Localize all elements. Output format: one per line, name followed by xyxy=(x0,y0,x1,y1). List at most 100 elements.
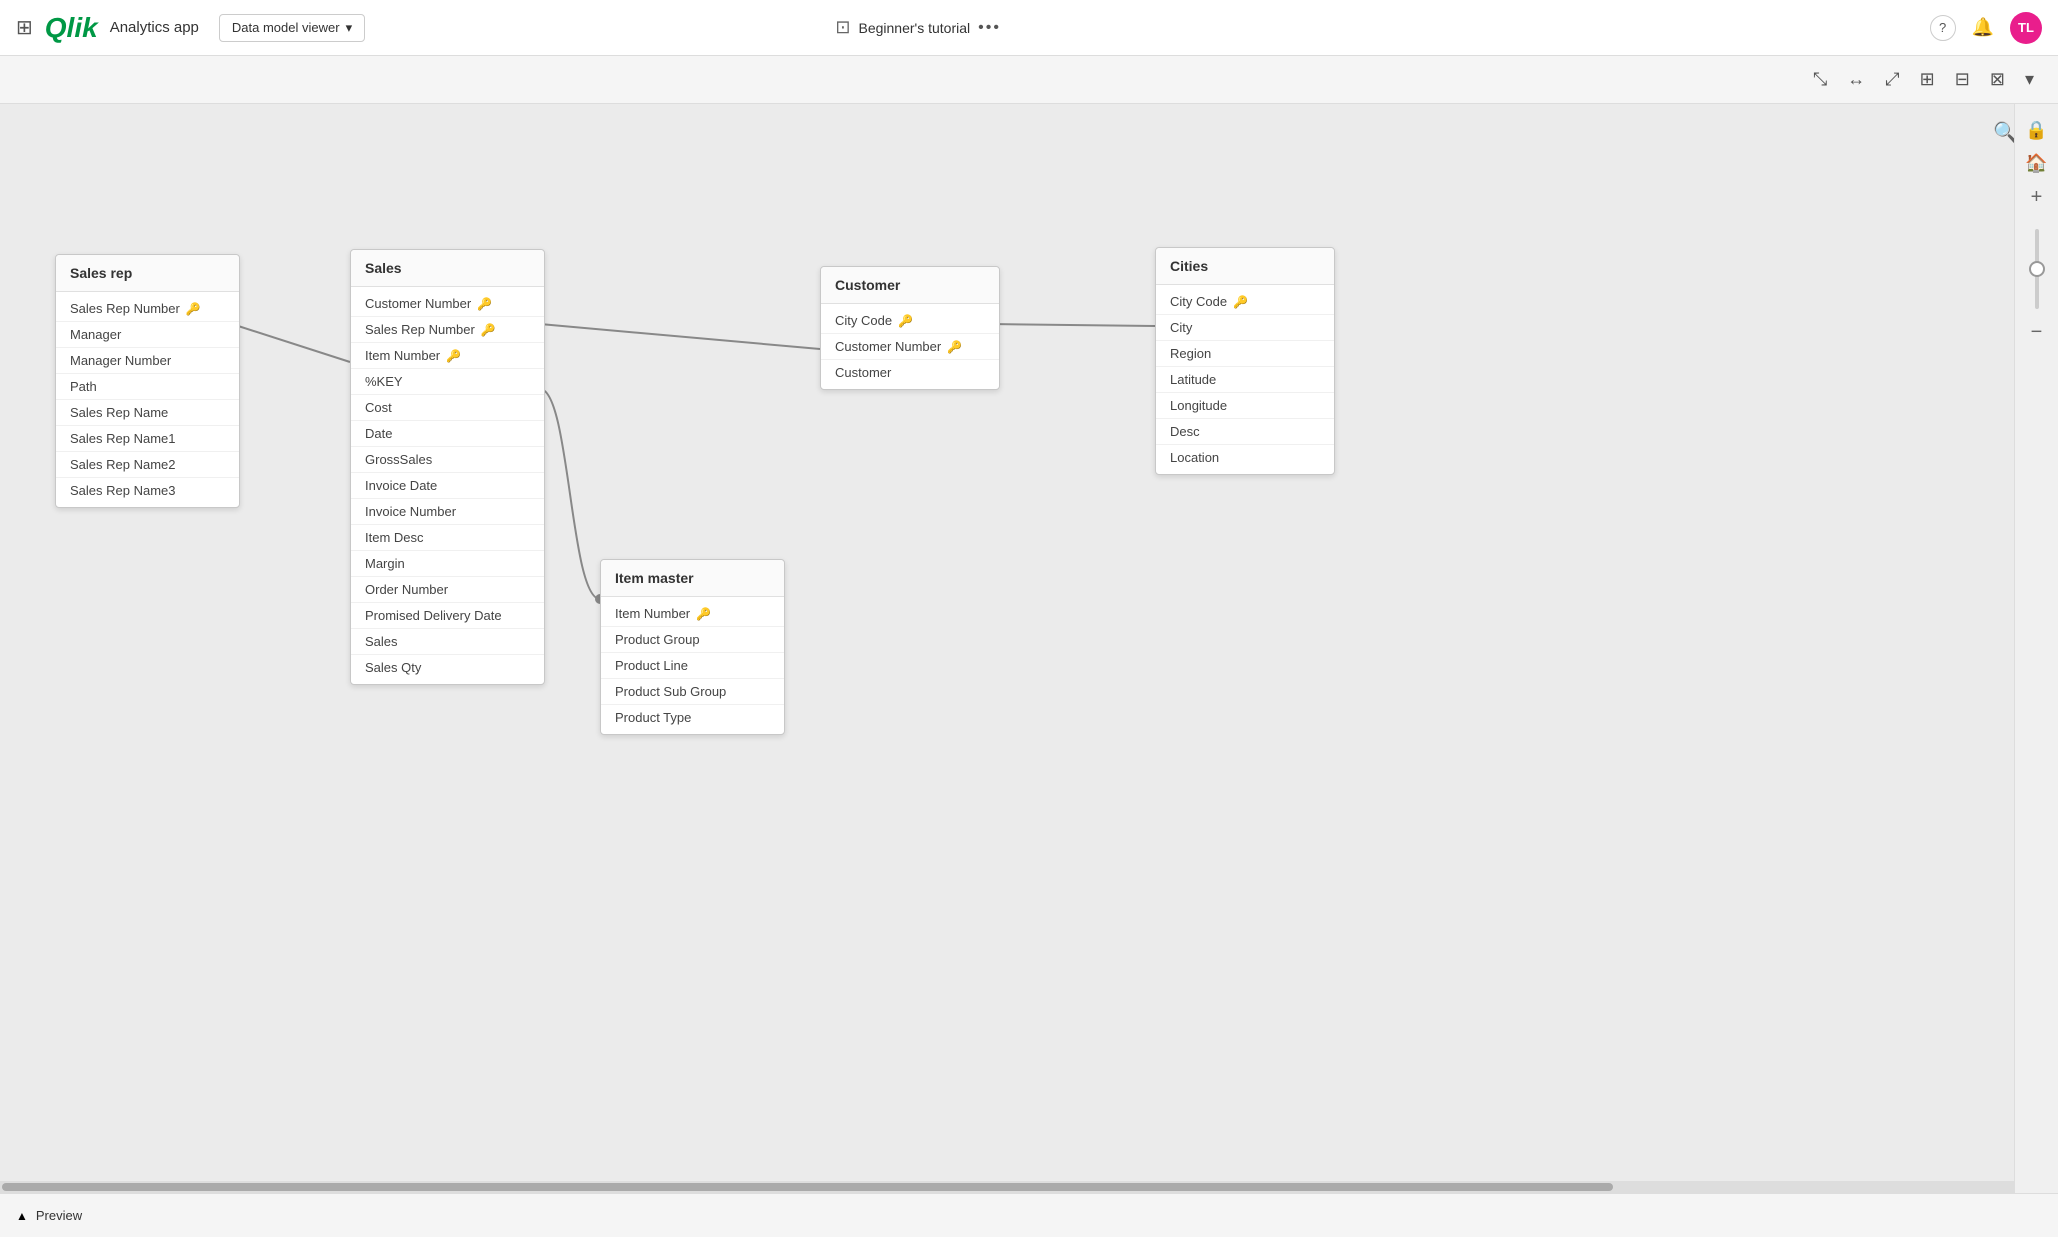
table-item-master-header[interactable]: Item master xyxy=(601,560,784,597)
table-item-master-fields: Item Number 🔑 Product Group Product Line… xyxy=(601,597,784,734)
data-model-label: Data model viewer xyxy=(232,20,340,35)
help-icon[interactable]: ? xyxy=(1930,15,1956,41)
key-icon: 🔑 xyxy=(947,340,962,354)
layout-dropdown-icon[interactable]: ▾ xyxy=(2021,65,2038,94)
connections-svg xyxy=(0,104,2058,1193)
preview-arrow-icon[interactable]: ▲ xyxy=(16,1209,28,1223)
data-model-canvas: Sales rep Sales Rep Number 🔑 Manager Man… xyxy=(0,104,2058,1193)
more-menu-icon[interactable]: ••• xyxy=(978,19,1001,37)
table-customer: Customer City Code 🔑 Customer Number 🔑 C… xyxy=(820,266,1000,390)
field-pct-key[interactable]: %KEY xyxy=(351,369,544,395)
field-manager[interactable]: Manager xyxy=(56,322,239,348)
right-sidebar: 🔒 🏠 + − xyxy=(2014,104,2058,1193)
field-city-code-cities[interactable]: City Code 🔑 xyxy=(1156,289,1334,315)
field-item-desc[interactable]: Item Desc xyxy=(351,525,544,551)
layout-icon3[interactable]: ⊠ xyxy=(1986,65,2009,94)
table-sales-header[interactable]: Sales xyxy=(351,250,544,287)
expand-icon[interactable]: ⤢ xyxy=(1881,65,1903,94)
key-icon: 🔑 xyxy=(446,349,461,363)
data-model-viewer-button[interactable]: Data model viewer ▾ xyxy=(219,14,365,42)
zoom-in-icon[interactable]: + xyxy=(2031,186,2043,209)
zoom-slider-track[interactable] xyxy=(2035,229,2039,309)
field-customer-number-customer[interactable]: Customer Number 🔑 xyxy=(821,334,999,360)
key-icon: 🔑 xyxy=(481,323,496,337)
key-icon: 🔑 xyxy=(1233,295,1248,309)
home-icon[interactable]: 🏠 xyxy=(2025,153,2047,174)
app-title: Analytics app xyxy=(110,19,199,36)
field-product-line[interactable]: Product Line xyxy=(601,653,784,679)
top-navigation: ⊞ Qlik Analytics app Data model viewer ▾… xyxy=(0,0,2058,56)
field-product-type[interactable]: Product Type xyxy=(601,705,784,730)
fit-to-selection-icon[interactable]: ⤡ xyxy=(1809,65,1831,94)
table-cities: Cities City Code 🔑 City Region Latitude … xyxy=(1155,247,1335,475)
field-gross-sales[interactable]: GrossSales xyxy=(351,447,544,473)
field-city[interactable]: City xyxy=(1156,315,1334,341)
table-customer-fields: City Code 🔑 Customer Number 🔑 Customer xyxy=(821,304,999,389)
field-latitude[interactable]: Latitude xyxy=(1156,367,1334,393)
field-customer[interactable]: Customer xyxy=(821,360,999,385)
field-sales-qty[interactable]: Sales Qty xyxy=(351,655,544,680)
table-sales-fields: Customer Number 🔑 Sales Rep Number 🔑 Ite… xyxy=(351,287,544,684)
preview-label[interactable]: Preview xyxy=(36,1208,82,1223)
tutorial-icon: ⊡ xyxy=(835,17,850,38)
lock-icon[interactable]: 🔒 xyxy=(2025,120,2047,141)
qlik-logo: Qlik xyxy=(45,12,98,44)
zoom-slider-thumb[interactable] xyxy=(2029,261,2045,277)
fit-horizontal-icon[interactable]: ↔ xyxy=(1843,65,1869,94)
nav-right: ? 🔔 TL xyxy=(1930,12,2042,44)
field-product-sub-group[interactable]: Product Sub Group xyxy=(601,679,784,705)
field-sales-rep-name1[interactable]: Sales Rep Name1 xyxy=(56,426,239,452)
field-margin[interactable]: Margin xyxy=(351,551,544,577)
scrollbar-thumb[interactable] xyxy=(2,1183,1613,1191)
diagram-toolbar: ⤡ ↔ ⤢ ⊞ ⊟ ⊠ ▾ xyxy=(0,56,2058,104)
field-sales-rep-name3[interactable]: Sales Rep Name3 xyxy=(56,478,239,503)
table-sales-rep: Sales rep Sales Rep Number 🔑 Manager Man… xyxy=(55,254,240,508)
zoom-out-icon[interactable]: − xyxy=(2031,321,2043,344)
table-sales: Sales Customer Number 🔑 Sales Rep Number… xyxy=(350,249,545,685)
key-icon: 🔑 xyxy=(186,302,201,316)
key-icon: 🔑 xyxy=(696,607,711,621)
field-product-group[interactable]: Product Group xyxy=(601,627,784,653)
table-sales-rep-fields: Sales Rep Number 🔑 Manager Manager Numbe… xyxy=(56,292,239,507)
user-avatar[interactable]: TL xyxy=(2010,12,2042,44)
field-invoice-date[interactable]: Invoice Date xyxy=(351,473,544,499)
layout-icon1[interactable]: ⊞ xyxy=(1916,65,1939,94)
field-city-code-customer[interactable]: City Code 🔑 xyxy=(821,308,999,334)
field-cost[interactable]: Cost xyxy=(351,395,544,421)
field-location[interactable]: Location xyxy=(1156,445,1334,470)
field-sales-rep-name[interactable]: Sales Rep Name xyxy=(56,400,239,426)
field-sales-rep-number-sales[interactable]: Sales Rep Number 🔑 xyxy=(351,317,544,343)
dropdown-icon: ▾ xyxy=(346,20,353,36)
field-desc[interactable]: Desc xyxy=(1156,419,1334,445)
tutorial-title[interactable]: Beginner's tutorial xyxy=(859,20,971,36)
field-promised-delivery-date[interactable]: Promised Delivery Date xyxy=(351,603,544,629)
key-icon: 🔑 xyxy=(477,297,492,311)
table-cities-fields: City Code 🔑 City Region Latitude Longitu… xyxy=(1156,285,1334,474)
table-sales-rep-header[interactable]: Sales rep xyxy=(56,255,239,292)
zoom-slider[interactable] xyxy=(2035,229,2039,309)
field-order-number[interactable]: Order Number xyxy=(351,577,544,603)
nav-center: ⊡ Beginner's tutorial ••• xyxy=(835,17,1001,38)
field-invoice-number[interactable]: Invoice Number xyxy=(351,499,544,525)
field-sales-rep-number[interactable]: Sales Rep Number 🔑 xyxy=(56,296,239,322)
field-customer-number-sales[interactable]: Customer Number 🔑 xyxy=(351,291,544,317)
apps-grid-icon[interactable]: ⊞ xyxy=(16,15,33,40)
field-item-number-sales[interactable]: Item Number 🔑 xyxy=(351,343,544,369)
field-path[interactable]: Path xyxy=(56,374,239,400)
key-icon: 🔑 xyxy=(898,314,913,328)
field-longitude[interactable]: Longitude xyxy=(1156,393,1334,419)
bell-icon[interactable]: 🔔 xyxy=(1972,17,1994,38)
field-region[interactable]: Region xyxy=(1156,341,1334,367)
field-date[interactable]: Date xyxy=(351,421,544,447)
field-label: Sales Rep Number xyxy=(70,301,180,316)
preview-bar: ▲ Preview xyxy=(0,1193,2058,1237)
field-sales-rep-name2[interactable]: Sales Rep Name2 xyxy=(56,452,239,478)
table-item-master: Item master Item Number 🔑 Product Group … xyxy=(600,559,785,735)
field-item-number-master[interactable]: Item Number 🔑 xyxy=(601,601,784,627)
field-sales[interactable]: Sales xyxy=(351,629,544,655)
table-customer-header[interactable]: Customer xyxy=(821,267,999,304)
field-manager-number[interactable]: Manager Number xyxy=(56,348,239,374)
table-cities-header[interactable]: Cities xyxy=(1156,248,1334,285)
horizontal-scrollbar[interactable] xyxy=(0,1181,2014,1193)
layout-icon2[interactable]: ⊟ xyxy=(1951,65,1974,94)
